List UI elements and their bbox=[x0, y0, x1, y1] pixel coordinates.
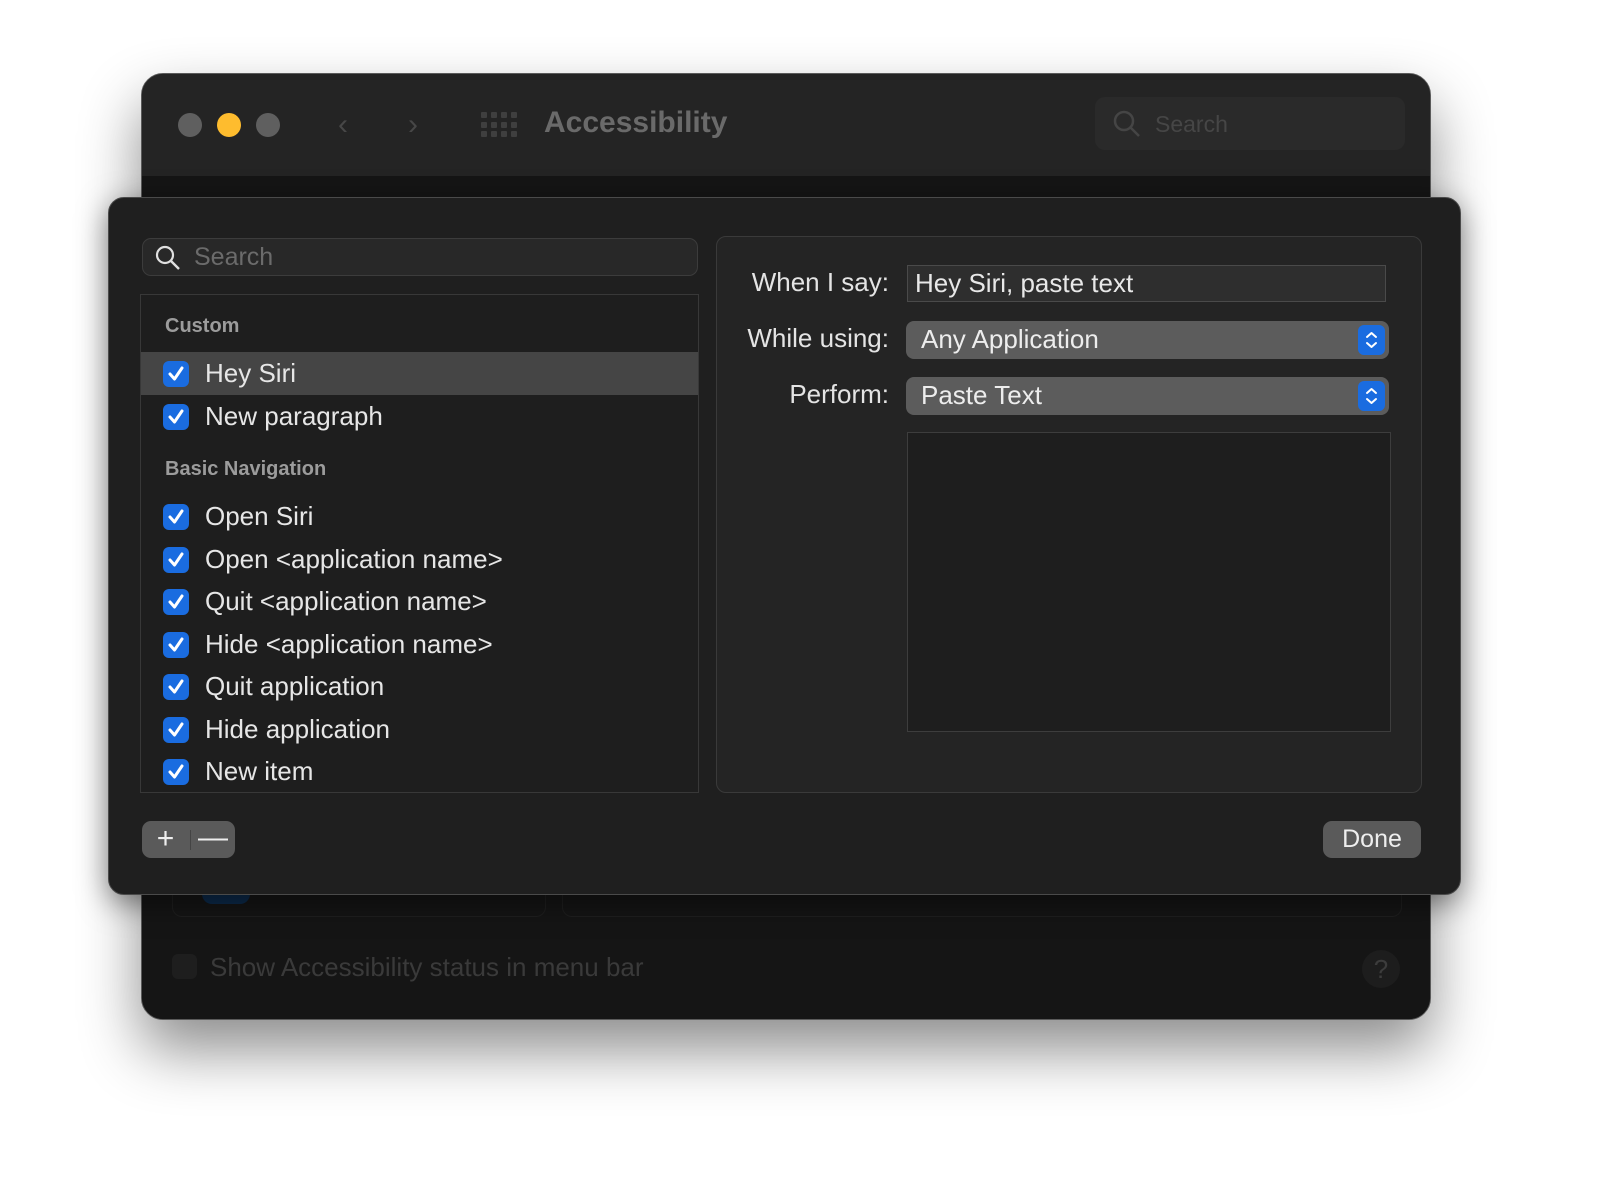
checkmark-icon bbox=[168, 366, 184, 381]
paste-text-area[interactable] bbox=[907, 432, 1391, 732]
list-item[interactable]: Open <application name> bbox=[141, 538, 698, 581]
list-item[interactable]: Quit application bbox=[141, 665, 698, 708]
checkbox[interactable] bbox=[163, 674, 189, 700]
list-item-label: Quit <application name> bbox=[205, 586, 487, 616]
list-item[interactable]: Hey Siri bbox=[141, 352, 698, 395]
command-detail-panel: When I say: Hey Siri, paste text While u… bbox=[716, 236, 1422, 793]
list-item[interactable]: New item bbox=[141, 750, 698, 792]
list-item-label: Hey Siri bbox=[205, 358, 297, 388]
checkbox[interactable] bbox=[163, 361, 189, 387]
close-button[interactable] bbox=[178, 113, 202, 137]
list-item[interactable]: Hide <application name> bbox=[141, 623, 698, 666]
checkmark-icon bbox=[168, 637, 184, 652]
section-header-custom: Custom bbox=[165, 315, 240, 337]
search-icon bbox=[155, 245, 180, 270]
list-item[interactable]: New paragraph bbox=[141, 395, 698, 438]
perform-popup[interactable]: Paste Text bbox=[906, 377, 1389, 415]
perform-label: Perform: bbox=[789, 379, 889, 409]
when-i-say-value: Hey Siri, paste text bbox=[915, 268, 1134, 298]
commands-search-placeholder: Search bbox=[194, 243, 274, 271]
checkbox[interactable] bbox=[163, 589, 189, 615]
popup-stepper-icon bbox=[1358, 381, 1385, 411]
add-command-button[interactable]: + bbox=[142, 821, 189, 858]
list-item-label: Hide <application name> bbox=[205, 629, 493, 659]
when-i-say-field[interactable]: Hey Siri, paste text bbox=[907, 265, 1386, 302]
minimize-button[interactable] bbox=[217, 113, 241, 137]
checkbox[interactable] bbox=[163, 504, 189, 530]
checkbox[interactable] bbox=[163, 759, 189, 785]
list-item-label: Quit application bbox=[205, 671, 385, 701]
checkbox[interactable] bbox=[163, 404, 189, 430]
list-item[interactable]: Hide application bbox=[141, 708, 698, 751]
perform-value: Paste Text bbox=[921, 380, 1042, 410]
toolbar-search-placeholder: Search bbox=[1155, 111, 1228, 137]
commands-sheet: Search Custom Hey Siri New paragraph Bas… bbox=[108, 197, 1461, 895]
checkbox[interactable] bbox=[163, 717, 189, 743]
commands-list: Custom Hey Siri New paragraph Basic Navi… bbox=[140, 294, 699, 793]
search-icon bbox=[1113, 110, 1140, 137]
checkmark-icon bbox=[168, 594, 184, 609]
list-item[interactable]: Quit <application name> bbox=[141, 580, 698, 623]
zoom-button[interactable] bbox=[256, 113, 280, 137]
popup-stepper-icon bbox=[1358, 325, 1385, 355]
list-item-label: Open <application name> bbox=[205, 544, 503, 574]
back-button[interactable]: ‹ bbox=[338, 108, 348, 142]
checkmark-icon bbox=[168, 722, 184, 737]
list-item-label: New paragraph bbox=[205, 401, 383, 431]
show-all-grid-icon[interactable] bbox=[481, 112, 517, 138]
window-title: Accessibility bbox=[544, 106, 728, 139]
while-using-value: Any Application bbox=[921, 324, 1099, 354]
section-header-basic-navigation: Basic Navigation bbox=[165, 458, 327, 480]
commands-search-field[interactable]: Search bbox=[142, 238, 698, 276]
list-item[interactable]: Open Siri bbox=[141, 495, 698, 538]
while-using-label: While using: bbox=[747, 323, 889, 353]
title-bar: ‹ › Accessibility Search bbox=[142, 74, 1430, 177]
list-item-label: Open Siri bbox=[205, 501, 314, 531]
list-item-label: New item bbox=[205, 756, 314, 786]
checkbox[interactable] bbox=[163, 547, 189, 573]
checkmark-icon bbox=[168, 409, 184, 424]
done-button[interactable]: Done bbox=[1323, 821, 1421, 858]
checkmark-icon bbox=[168, 552, 184, 567]
add-remove-control: + — bbox=[142, 821, 235, 858]
help-button[interactable]: ? bbox=[1362, 950, 1400, 988]
checkmark-icon bbox=[168, 764, 184, 779]
checkbox[interactable] bbox=[163, 632, 189, 658]
show-status-label: Show Accessibility status in menu bar bbox=[210, 952, 644, 982]
toolbar-search-field[interactable]: Search bbox=[1095, 97, 1405, 150]
show-status-checkbox[interactable] bbox=[172, 954, 197, 979]
while-using-popup[interactable]: Any Application bbox=[906, 321, 1389, 359]
checkmark-icon bbox=[168, 679, 184, 694]
checkmark-icon bbox=[168, 509, 184, 524]
remove-command-button[interactable]: — bbox=[191, 821, 235, 858]
forward-button[interactable]: › bbox=[408, 108, 418, 142]
list-item-label: Hide application bbox=[205, 714, 391, 744]
when-i-say-label: When I say: bbox=[751, 267, 889, 297]
